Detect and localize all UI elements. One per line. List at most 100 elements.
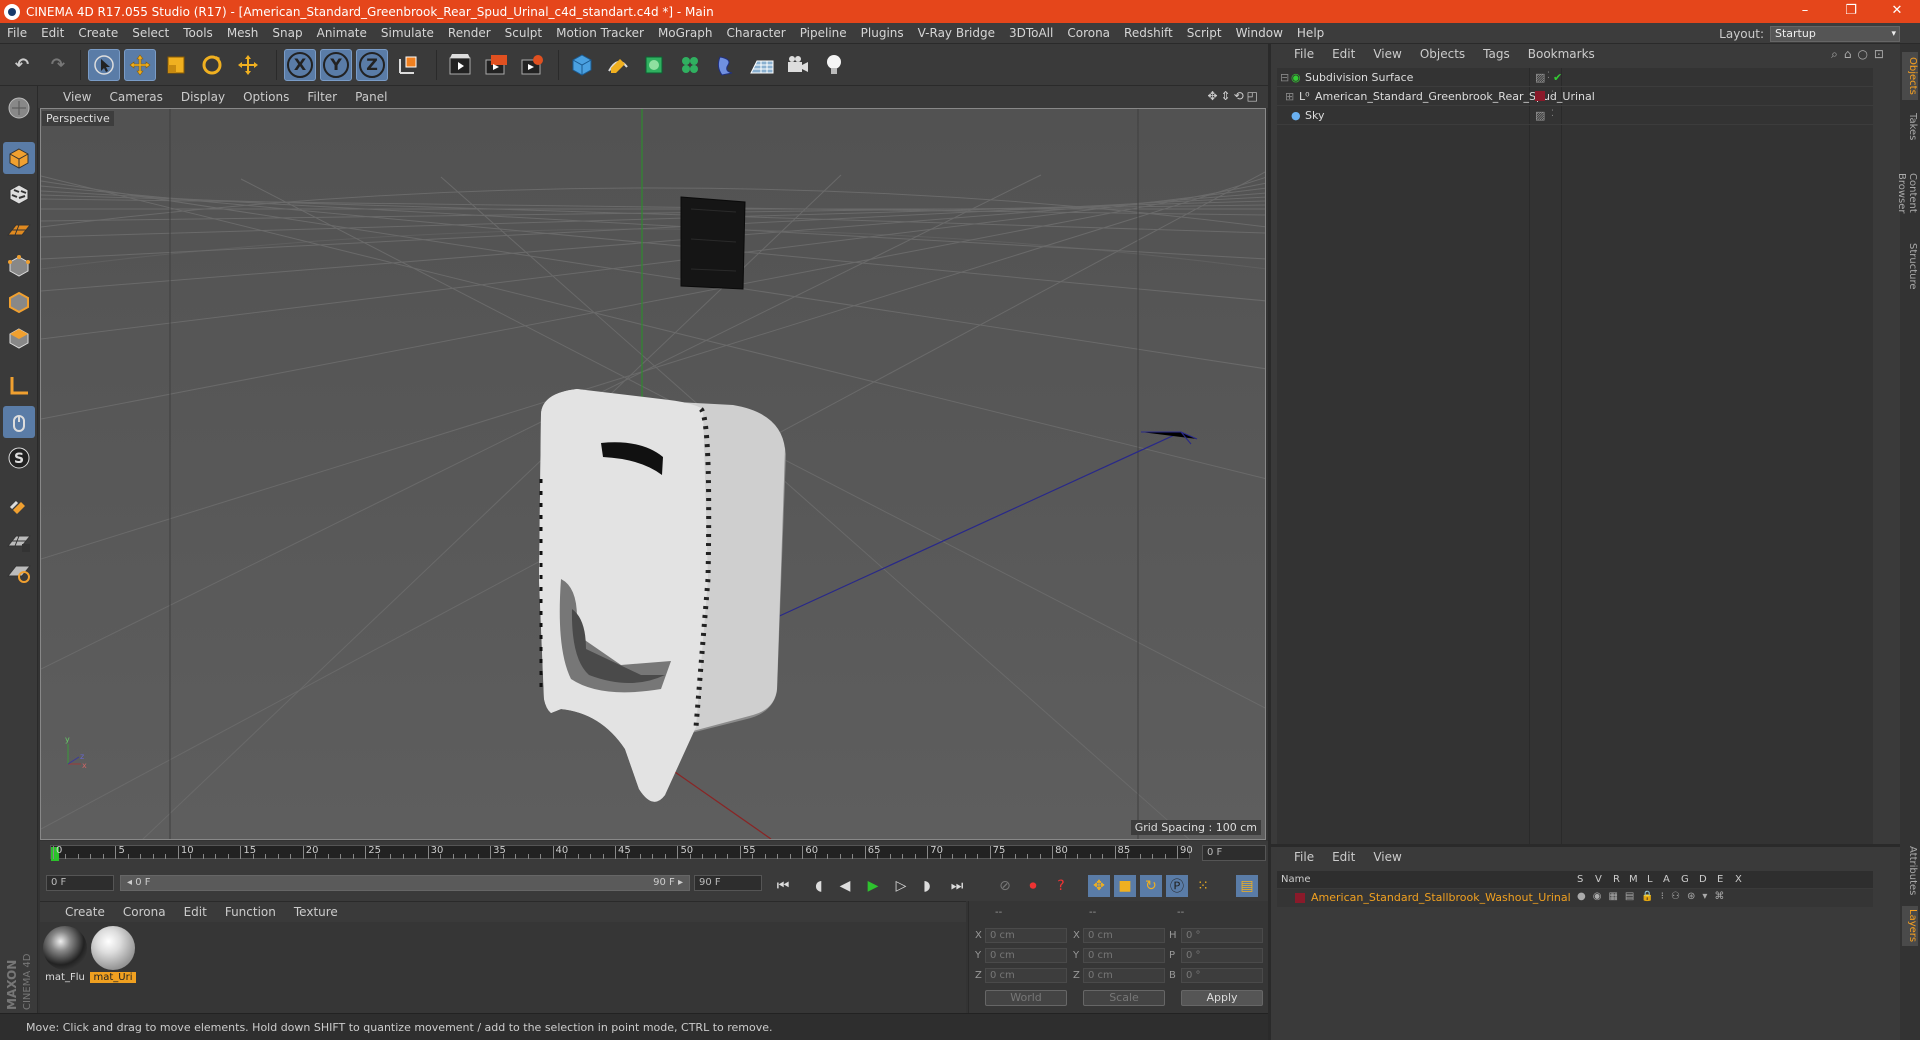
timeline-window-icon[interactable]: ▤ <box>1236 875 1258 897</box>
menu-window[interactable]: Window <box>1229 26 1290 40</box>
render-settings-icon[interactable] <box>516 49 548 81</box>
cube-primitive-icon[interactable] <box>566 49 598 81</box>
enabled-check-icon[interactable]: ✔ <box>1553 71 1562 84</box>
render-view-icon[interactable] <box>444 49 476 81</box>
viewport-menu-display[interactable]: Display <box>172 90 234 104</box>
solo-mode-icon[interactable]: S <box>3 442 35 474</box>
position-z-field[interactable]: 0 cm <box>985 968 1067 983</box>
material-menu-corona[interactable]: Corona <box>114 905 175 919</box>
layer-toggle-icons[interactable]: ●◉▦▤🔒⁝⚇⊛▾⌘ <box>1577 891 1731 902</box>
menu-pipeline[interactable]: Pipeline <box>793 26 854 40</box>
viewport-move-icon[interactable]: ✥ <box>1207 89 1217 103</box>
floor-environment-icon[interactable] <box>746 49 778 81</box>
layer-col-name[interactable]: Name <box>1281 874 1311 885</box>
object-row[interactable]: ⊞ L⁰ American_Standard_Greenbrook_Rear_S… <box>1277 87 1873 106</box>
minimize-button[interactable]: – <box>1782 0 1828 23</box>
subdivision-surface-icon[interactable] <box>638 49 670 81</box>
visibility-dots-icon[interactable]: ⁚ <box>1551 109 1554 119</box>
tab-layers[interactable]: Layers <box>1902 906 1918 946</box>
layer-tag-icon[interactable]: ▨ <box>1535 71 1545 84</box>
menu-vray-bridge[interactable]: V-Ray Bridge <box>911 26 1002 40</box>
tab-structure[interactable]: Structure <box>1902 240 1918 292</box>
play-icon[interactable]: ▶ <box>862 875 884 897</box>
viewport-maximize-icon[interactable]: ◰ <box>1247 89 1258 103</box>
close-button[interactable]: ✕ <box>1874 0 1920 23</box>
axis-z-toggle[interactable]: Z <box>356 49 388 81</box>
objects-menu-view[interactable]: View <box>1364 47 1410 61</box>
key-parameter-icon[interactable]: Ⓟ <box>1166 875 1188 897</box>
render-to-picture-viewer-icon[interactable] <box>480 49 512 81</box>
frame-range-slider[interactable]: ◂ 0 F 90 F ▸ <box>120 875 690 891</box>
spline-pen-icon[interactable] <box>602 49 634 81</box>
axis-y-toggle[interactable]: Y <box>320 49 352 81</box>
layer-tag-icon[interactable]: ▨ <box>1535 109 1545 122</box>
layer-col-view[interactable]: V <box>1595 874 1602 885</box>
workplane-icon[interactable] <box>3 214 35 246</box>
menu-script[interactable]: Script <box>1180 26 1229 40</box>
menu-sculpt[interactable]: Sculpt <box>498 26 549 40</box>
go-to-end-icon[interactable]: ⏭ <box>946 875 968 897</box>
menu-mesh[interactable]: Mesh <box>220 26 266 40</box>
snapping-magnet-icon[interactable] <box>3 490 35 522</box>
menu-help[interactable]: Help <box>1290 26 1331 40</box>
rotation-h-field[interactable]: 0 ° <box>1181 928 1263 943</box>
layer-row[interactable]: American_Standard_Stallbrook_Washout_Uri… <box>1277 889 1873 907</box>
menu-tools[interactable]: Tools <box>176 26 220 40</box>
viewport-rotate-icon[interactable]: ⟲ <box>1234 89 1244 103</box>
texture-mode-icon[interactable] <box>3 178 35 210</box>
object-name[interactable]: Sky <box>1305 109 1324 122</box>
tab-objects[interactable]: Objects <box>1902 52 1918 100</box>
rotation-b-field[interactable]: 0 ° <box>1181 968 1263 983</box>
material-menu-function[interactable]: Function <box>216 905 285 919</box>
next-frame-icon[interactable]: ▷ <box>890 875 912 897</box>
menu-select[interactable]: Select <box>125 26 176 40</box>
size-y-field[interactable]: 0 cm <box>1083 948 1165 963</box>
camera-icon[interactable] <box>782 49 814 81</box>
menu-mograph[interactable]: MoGraph <box>651 26 720 40</box>
menu-render[interactable]: Render <box>441 26 498 40</box>
planar-workplane-icon[interactable] <box>3 556 35 588</box>
position-x-field[interactable]: 0 cm <box>985 928 1067 943</box>
make-editable-icon[interactable] <box>3 92 35 124</box>
material-menu-edit[interactable]: Edit <box>175 905 216 919</box>
size-mode-select[interactable]: Scale <box>1083 990 1165 1006</box>
layer-col-generators[interactable]: G <box>1681 874 1689 885</box>
viewport-camera-label[interactable]: Perspective <box>42 111 114 126</box>
menu-simulate[interactable]: Simulate <box>374 26 441 40</box>
menu-edit[interactable]: Edit <box>34 26 71 40</box>
layer-col-locked[interactable]: L <box>1647 874 1653 885</box>
transform-tool-icon[interactable] <box>232 49 264 81</box>
layer-col-render[interactable]: R <box>1613 874 1620 885</box>
perspective-viewport[interactable]: y x z Perspective Grid Spacing : 100 cm <box>40 108 1266 840</box>
previous-keyframe-icon[interactable]: ◖ <box>808 875 830 897</box>
layer-col-expressions[interactable]: E <box>1717 874 1723 885</box>
record-active-icon[interactable]: ⏺ <box>1022 875 1044 897</box>
visibility-dots-icon[interactable]: ⁚ <box>1547 71 1550 81</box>
scale-tool-icon[interactable] <box>160 49 192 81</box>
viewport-menu-cameras[interactable]: Cameras <box>100 90 171 104</box>
maximize-button[interactable]: ❐ <box>1828 0 1874 23</box>
record-off-icon[interactable]: ⊘ <box>994 875 1016 897</box>
layout-select[interactable]: Startup <box>1770 25 1900 42</box>
current-frame-field[interactable]: 0 F <box>1202 845 1266 861</box>
timeline-ruler[interactable]: 0 5 10 15 20 25 30 35 40 45 50 55 60 65 70 75 80 85 90 <box>50 845 1193 861</box>
autokey-icon[interactable]: ? <box>1050 875 1072 897</box>
go-to-start-icon[interactable]: ⏮ <box>772 875 794 897</box>
key-pla-icon[interactable]: ⁙ <box>1192 875 1214 897</box>
light-icon[interactable] <box>818 49 850 81</box>
points-mode-icon[interactable] <box>3 250 35 282</box>
move-tool-icon[interactable] <box>124 49 156 81</box>
material-swatch[interactable]: mat_Flu <box>42 926 88 983</box>
coordinate-mode-select[interactable]: World <box>985 990 1067 1006</box>
layer-col-xref[interactable]: X <box>1735 874 1742 885</box>
deformer-icon[interactable] <box>710 49 742 81</box>
axis-mode-icon[interactable] <box>3 370 35 402</box>
menu-plugins[interactable]: Plugins <box>854 26 911 40</box>
tab-content-browser[interactable]: Content Browser <box>1896 152 1918 234</box>
viewport-menu-filter[interactable]: Filter <box>298 90 346 104</box>
tab-takes[interactable]: Takes <box>1902 108 1918 146</box>
menu-3dtoall[interactable]: 3DToAll <box>1002 26 1060 40</box>
material-menu-texture[interactable]: Texture <box>285 905 347 919</box>
menu-create[interactable]: Create <box>71 26 125 40</box>
viewport-zoom-icon[interactable]: ⇕ <box>1221 89 1231 103</box>
